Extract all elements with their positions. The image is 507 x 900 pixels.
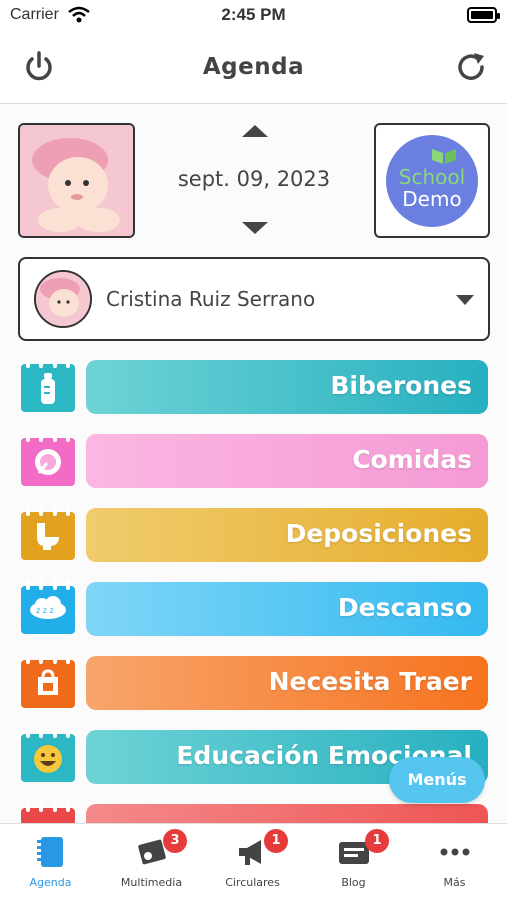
tab-bar: Agenda 3 Multimedia 1 Circulares 1 Blog …: [0, 823, 507, 900]
category-bar[interactable]: Comidas: [86, 434, 488, 488]
tab-agenda[interactable]: Agenda: [0, 824, 101, 900]
category-descanso[interactable]: z z z Descanso: [20, 580, 488, 638]
refresh-icon[interactable]: [455, 50, 489, 84]
school-logo-box: School Demo: [374, 123, 490, 238]
clock: 2:45 PM: [221, 5, 286, 24]
bottle-icon: [21, 358, 75, 412]
status-bar: Carrier 2:45 PM: [0, 0, 507, 32]
category-partial[interactable]: [20, 802, 488, 823]
tab-blog[interactable]: 1 Blog: [303, 824, 404, 900]
baby-avatar-icon: [36, 272, 90, 326]
tab-label: Más: [443, 876, 466, 889]
category-label: Descanso: [337, 593, 472, 622]
category-label: Biberones: [330, 371, 472, 400]
date-previous-arrow-icon[interactable]: [242, 125, 268, 137]
category-bar[interactable]: Necesita Traer: [86, 656, 488, 710]
chevron-down-icon[interactable]: [456, 295, 474, 305]
menus-button[interactable]: Menús: [389, 757, 485, 803]
school-name-line2: Demo: [402, 187, 462, 211]
date-label: sept. 09, 2023: [177, 167, 331, 191]
avatar: [34, 270, 92, 328]
category-deposiciones[interactable]: Deposiciones: [20, 506, 488, 564]
tab-label: Multimedia: [120, 876, 183, 889]
tab-mas[interactable]: Más: [404, 824, 505, 900]
category-biberones[interactable]: Biberones: [20, 358, 488, 416]
school-logo: School Demo: [386, 135, 478, 227]
child-photo[interactable]: [18, 123, 135, 238]
smile-icon: [21, 728, 75, 782]
school-name-line1: School: [398, 165, 466, 189]
app-header: Agenda: [0, 32, 507, 104]
category-bar[interactable]: Biberones: [86, 360, 488, 414]
baby-photo-icon: [20, 125, 133, 236]
category-bar[interactable]: [86, 804, 488, 823]
tab-circulares[interactable]: 1 Circulares: [202, 824, 303, 900]
bag-icon: [21, 654, 75, 708]
more-icon: [440, 848, 470, 856]
page-title: Agenda: [202, 54, 305, 80]
plate-icon: [21, 432, 75, 486]
child-selector[interactable]: Cristina Ruiz Serrano: [18, 257, 490, 341]
agenda-content: sept. 09, 2023 School Demo Cristina Ruiz…: [0, 105, 507, 823]
child-name: Cristina Ruiz Serrano: [106, 287, 316, 311]
notification-badge: 3: [163, 829, 187, 853]
notification-badge: 1: [365, 829, 389, 853]
category-comidas[interactable]: Comidas: [20, 432, 488, 490]
category-label: Deposiciones: [285, 519, 472, 548]
category-bar[interactable]: Descanso: [86, 582, 488, 636]
book-icon: [432, 149, 456, 164]
date-next-arrow-icon[interactable]: [242, 222, 268, 234]
category-necesita-traer[interactable]: Necesita Traer: [20, 654, 488, 712]
agenda-icon: [37, 837, 63, 867]
category-label: Comidas: [352, 445, 472, 474]
category-label: Necesita Traer: [268, 667, 472, 696]
tab-label: Agenda: [29, 876, 72, 889]
cloud-sleep-icon: z z z: [21, 580, 75, 634]
svg-text:z z z: z z z: [36, 606, 54, 615]
calendar-icon: [21, 802, 75, 823]
notification-badge: 1: [264, 829, 288, 853]
toilet-icon: [21, 506, 75, 560]
tab-label: Circulares: [225, 876, 280, 889]
category-bar[interactable]: Deposiciones: [86, 508, 488, 562]
tab-label: Blog: [341, 876, 366, 889]
tab-multimedia[interactable]: 3 Multimedia: [101, 824, 202, 900]
battery-icon: [467, 7, 500, 23]
